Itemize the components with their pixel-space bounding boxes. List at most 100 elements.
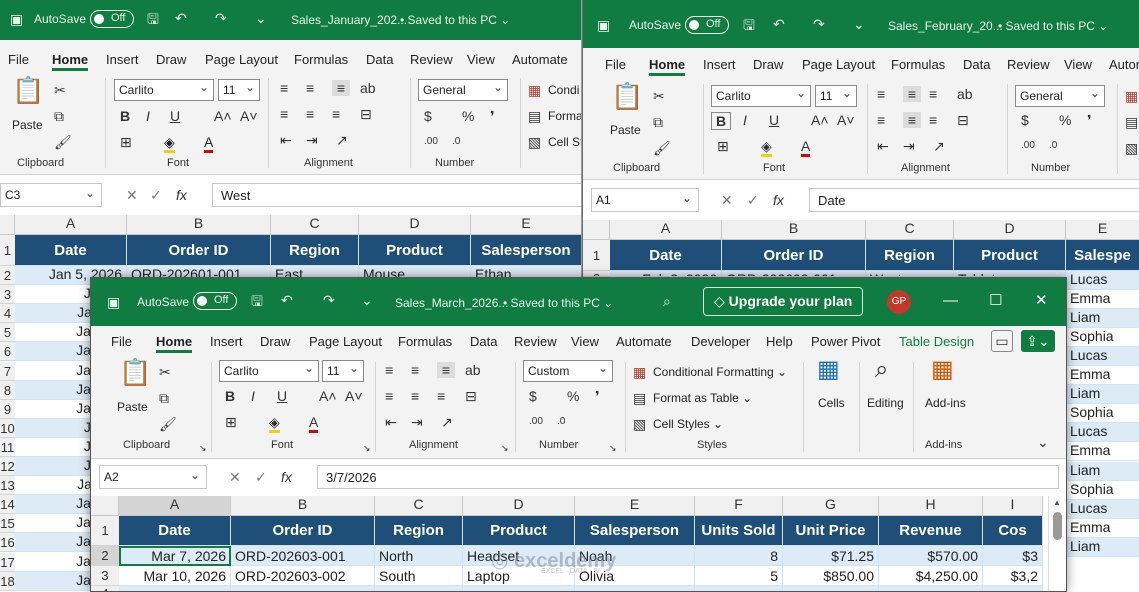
row-header[interactable]: 7 [0,361,15,381]
col-header-d[interactable]: D [359,215,471,235]
row-header[interactable]: 17 [0,552,15,572]
format-painter-icon[interactable]: 🖌 [54,134,72,150]
wrap-text-icon[interactable]: ab [360,80,376,96]
paste-icon[interactable]: 📋 [611,83,643,109]
table-cell[interactable]: ORD-202603-001 [231,546,375,566]
cell-styles-icon[interactable]: ▧ [1125,140,1138,156]
upgrade-button[interactable]: ◇ Upgrade your plan [703,287,864,316]
borders-icon[interactable]: ⊞ [120,134,132,150]
tab-review[interactable]: Review [410,52,453,67]
currency-icon[interactable]: $ [529,388,537,404]
tab-automate[interactable]: Autor [1109,57,1139,72]
underline-icon[interactable]: U [277,388,287,404]
maximize-icon[interactable]: ☐ [989,291,1002,309]
wrap-text-icon[interactable]: ab [957,86,973,102]
row-header-1[interactable]: 1 [583,240,610,271]
scroll-thumb[interactable] [1053,512,1062,540]
decrease-indent-icon[interactable]: ⇤ [385,414,397,430]
table-cell[interactable]: Keyboard [463,586,575,591]
increase-font-icon[interactable]: A˄ [319,388,337,404]
tab-file[interactable]: File [8,52,29,67]
tab-file[interactable]: File [605,57,626,72]
align-center-icon[interactable]: ≡ [411,388,419,404]
font-color-icon[interactable]: A [801,138,811,157]
copy-icon[interactable]: ⧉ [54,108,64,124]
italic-icon[interactable]: I [251,388,255,404]
table-cell[interactable]: 8 [695,546,783,566]
col-header-e[interactable]: E [471,215,581,235]
cut-icon[interactable]: ✂ [653,88,665,104]
tab-draw[interactable]: Draw [753,57,783,72]
tab-page-layout[interactable]: Page Layout [205,52,278,67]
merge-icon[interactable]: ⊟ [465,388,477,404]
italic-icon[interactable]: I [743,112,747,128]
col-header-a[interactable]: A [610,220,722,240]
add-ins-icon[interactable]: ▦ [931,358,954,382]
copy-icon[interactable]: ⧉ [653,114,663,130]
align-right-icon[interactable]: ≡ [929,112,937,128]
percent-icon[interactable]: % [567,388,579,404]
paste-label[interactable]: Paste [12,118,43,132]
tab-view[interactable]: View [467,52,495,67]
font-name-select[interactable]: Carlito [711,85,811,107]
align-left-icon[interactable]: ≡ [280,106,288,122]
cell-styles-icon[interactable]: ▧ [633,416,646,432]
row-header[interactable]: 15 [0,514,15,534]
collapse-ribbon-icon[interactable]: ⌄ [1037,434,1049,450]
col-header-c[interactable]: C [271,215,359,235]
increase-font-icon[interactable]: A˄ [811,112,829,128]
underline-icon[interactable]: U [769,112,779,128]
tab-view[interactable]: View [1064,57,1092,72]
format-painter-icon[interactable]: 🖌 [653,140,671,156]
bold-icon[interactable]: B [120,108,130,124]
tab-developer[interactable]: Developer [691,334,750,349]
enter-icon[interactable]: ✓ [747,192,759,209]
cell-salesperson[interactable]: Sophia [1066,404,1139,424]
fill-color-icon[interactable]: ◈ [761,138,772,157]
tab-draw[interactable]: Draw [156,52,186,67]
excel-window-march[interactable]: ▣ AutoSave Off 🖫 ↶ ↷ ⌄ Sales_March_2026.… [90,277,1067,592]
tab-review[interactable]: Review [514,334,557,349]
merge-icon[interactable]: ⊟ [957,112,969,128]
bold-icon[interactable]: B [711,112,731,130]
row-header-3[interactable]: 3 [91,566,119,586]
row-header[interactable]: 10 [0,418,15,438]
cell-salesperson[interactable]: Liam [1066,461,1139,481]
comments-icon[interactable]: ▭ [991,330,1013,352]
format-as-table-icon[interactable]: ▤ [1125,114,1138,130]
cell-salesperson[interactable]: Lucas [1066,423,1139,443]
table-cell[interactable]: South [375,566,463,586]
comma-icon[interactable]: ❜ [1087,112,1092,128]
col-header-b[interactable]: B [722,220,866,240]
enter-icon[interactable]: ✓ [255,469,267,486]
format-as-table-label[interactable]: Format as Table ⌄ [653,391,752,405]
number-format-select[interactable]: Custom [523,360,613,382]
cell-salesperson[interactable]: Emma [1066,518,1139,538]
tab-formulas[interactable]: Formulas [294,52,348,67]
comma-icon[interactable]: ❜ [490,108,495,124]
table-cell[interactable]: Mar 10, 2026 [119,566,231,586]
save-status[interactable]: • Saved to this PC ⌄ [400,13,510,27]
align-left-icon[interactable]: ≡ [877,112,885,128]
save-icon[interactable]: 🖫 [251,294,263,308]
tab-insert[interactable]: Insert [703,57,736,72]
table-cell[interactable]: $570.00 [879,546,983,566]
save-icon[interactable]: 🖫 [743,18,755,32]
tab-home[interactable]: Home [52,52,89,71]
editing-icon[interactable]: ⌕ [875,358,888,382]
conditional-formatting-label[interactable]: Conditional Formatting ⌄ [653,365,787,379]
avatar[interactable]: GP [887,290,911,314]
align-top-icon[interactable]: ≡ [877,86,885,102]
align-bottom-icon[interactable]: ≡ [332,80,350,96]
col-header[interactable]: A [119,496,231,516]
cell-salesperson[interactable]: Emma [1066,442,1139,462]
table-cell[interactable]: $4,250.00 [879,566,983,586]
undo-icon[interactable]: ↶ [281,293,293,307]
col-header[interactable]: B [231,496,375,516]
formula-input[interactable]: West [212,183,581,207]
font-name-select[interactable]: Carlito [114,79,214,101]
enter-icon[interactable]: ✓ [150,187,162,204]
table-cell[interactable]: $71.25 [783,546,879,566]
cell-styles-icon[interactable]: ▧ [528,134,541,150]
formula-input[interactable]: Date [809,188,1139,212]
